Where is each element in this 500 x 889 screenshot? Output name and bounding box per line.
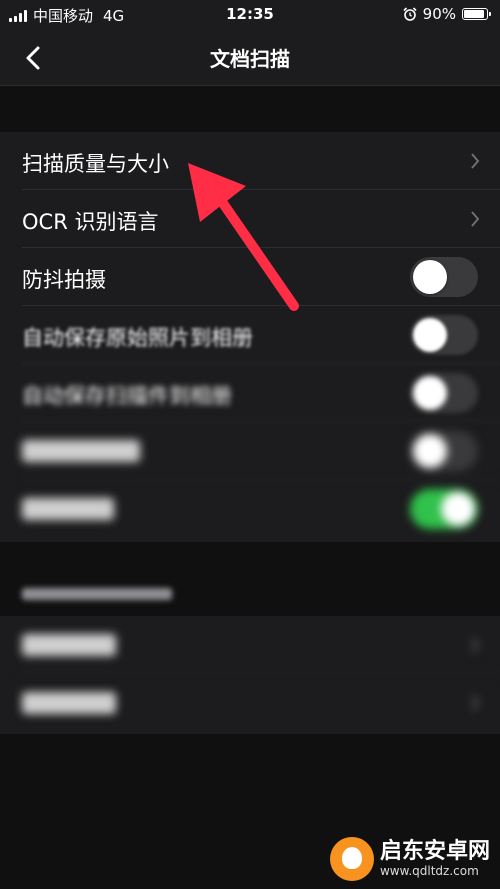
setting-row-obscured-2: [0, 480, 500, 538]
obscured-label: [22, 634, 116, 656]
site-watermark: 启东安卓网 www.qdltdz.com: [329, 837, 490, 881]
obscured-label: [22, 692, 116, 714]
toggle-knob: [413, 318, 447, 352]
obscured-toggle-on[interactable]: [410, 489, 478, 529]
setting-row-save-original: 自动保存原始照片到相册: [0, 306, 500, 364]
status-right: 90%: [403, 5, 491, 23]
alarm-clock-icon: [403, 7, 417, 21]
save-scan-toggle[interactable]: [410, 373, 478, 413]
obscured-toggle[interactable]: [410, 431, 478, 471]
settings-group-2: [0, 616, 500, 734]
setting-label: 扫描质量与大小: [22, 152, 169, 176]
chevron-right-icon: [471, 637, 480, 653]
stabilization-toggle[interactable]: [410, 257, 478, 297]
watermark-url: www.qdltdz.com: [379, 863, 479, 878]
setting-row-obscured-4[interactable]: [0, 674, 500, 732]
chevron-right-icon: [471, 211, 480, 227]
settings-group: 扫描质量与大小 OCR 识别语言 防抖拍摄 自动保存原始照片到相册 自动保存扫描…: [0, 132, 500, 542]
battery-icon: [462, 8, 491, 20]
save-original-toggle[interactable]: [410, 315, 478, 355]
watermark-text: 启东安卓网 www.qdltdz.com: [379, 839, 490, 878]
page-title: 文档扫描: [210, 47, 290, 71]
setting-label: OCR 识别语言: [22, 210, 159, 234]
status-bar: 中国移动 4G 12:35 90%: [0, 0, 500, 30]
watermark-logo-icon: [329, 837, 374, 881]
setting-row-scan-quality[interactable]: 扫描质量与大小: [0, 132, 500, 190]
obscured-label: [22, 498, 114, 520]
obscured-header-text: [22, 588, 172, 600]
section-gap: [0, 542, 500, 616]
toggle-knob: [441, 492, 475, 526]
setting-row-obscured-3[interactable]: [0, 616, 500, 674]
toggle-knob: [413, 376, 447, 410]
setting-row-ocr-language[interactable]: OCR 识别语言: [0, 190, 500, 248]
setting-row-obscured-1: [0, 422, 500, 480]
chevron-right-icon: [471, 695, 480, 711]
chevron-right-icon: [471, 153, 480, 169]
navigation-bar: 文档扫描: [0, 30, 500, 86]
setting-label: 自动保存原始照片到相册: [22, 326, 253, 350]
setting-label: 自动保存扫描件到相册: [22, 384, 232, 408]
section-header-obscured: [22, 588, 172, 600]
setting-row-stabilization: 防抖拍摄: [0, 248, 500, 306]
obscured-label: [22, 440, 140, 462]
toggle-knob: [413, 434, 447, 468]
battery-percent: 90%: [422, 5, 456, 23]
setting-row-save-scan: 自动保存扫描件到相册: [0, 364, 500, 422]
watermark-name: 启东安卓网: [379, 839, 490, 865]
setting-label: 防抖拍摄: [22, 268, 106, 292]
toggle-knob: [413, 260, 447, 294]
section-gap: [0, 86, 500, 132]
